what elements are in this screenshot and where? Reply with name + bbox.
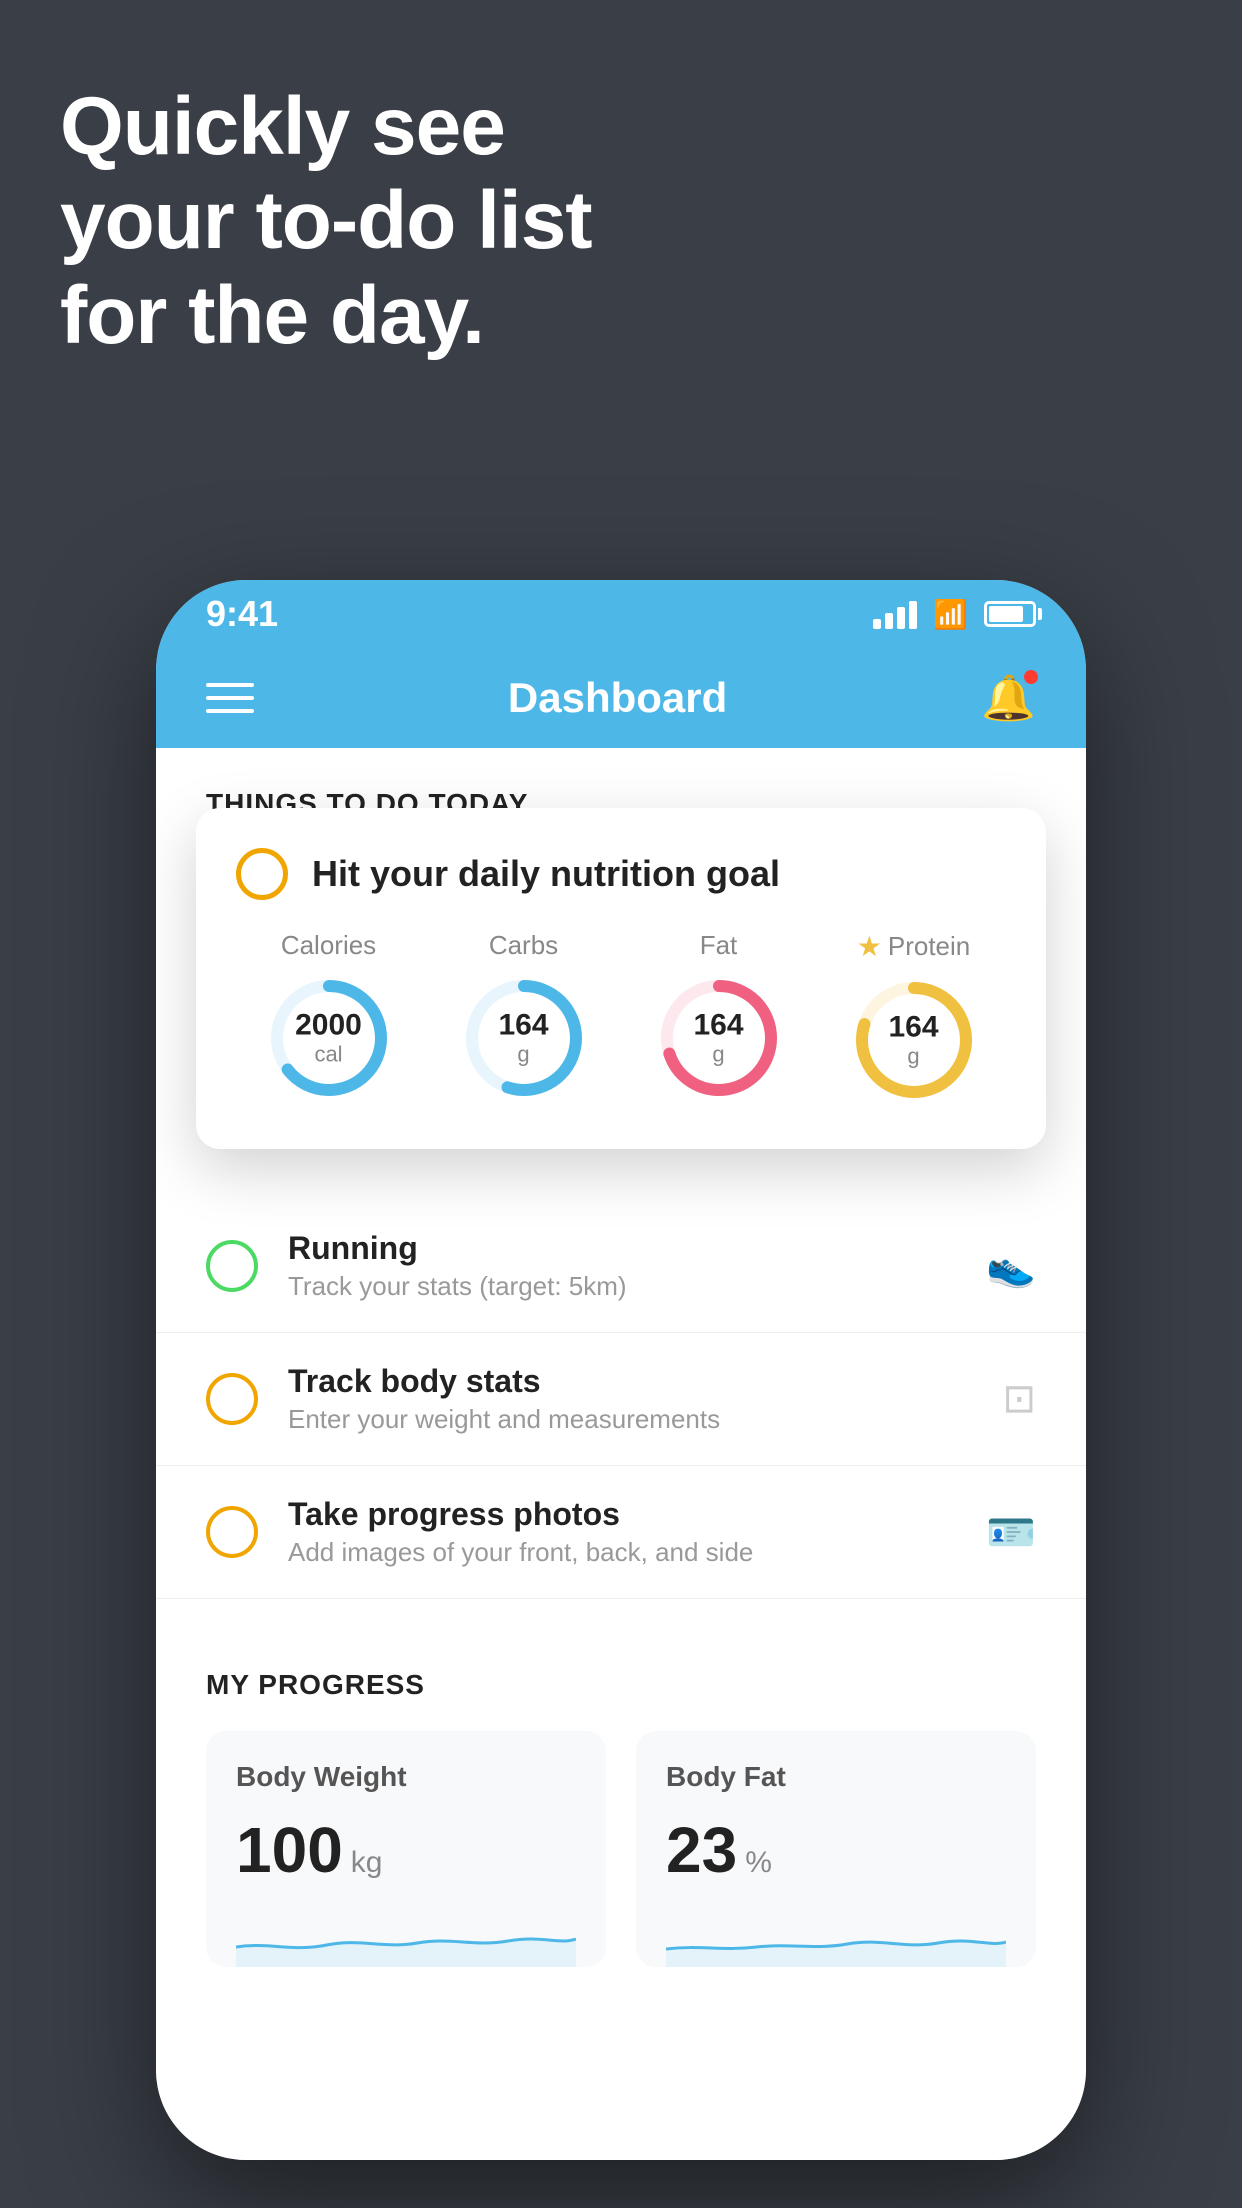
star-icon: ★	[857, 930, 882, 963]
content-area: THINGS TO DO TODAY Hit your daily nutrit…	[156, 748, 1086, 2160]
headline: Quickly see your to-do list for the day.	[60, 80, 592, 363]
menu-button[interactable]	[206, 683, 254, 713]
nutrition-row: Calories 2000 cal Carbs	[236, 930, 1006, 1105]
nutrition-calories: Calories 2000 cal	[264, 930, 394, 1103]
carbs-label: Carbs	[489, 930, 558, 961]
nutrition-check-circle[interactable]	[236, 848, 288, 900]
notification-button[interactable]: 🔔	[981, 672, 1036, 724]
carbs-donut: 164 g	[459, 973, 589, 1103]
todo-item-body-stats[interactable]: Track body stats Enter your weight and m…	[156, 1333, 1086, 1466]
todo-title-photos: Take progress photos	[288, 1496, 956, 1533]
protein-value: 164	[888, 1011, 938, 1044]
todo-title-running: Running	[288, 1230, 956, 1267]
header-title: Dashboard	[508, 674, 727, 722]
battery-icon	[984, 601, 1036, 627]
fat-label: Fat	[700, 930, 738, 961]
todo-circle-photos	[206, 1506, 258, 1558]
calories-value: 2000	[295, 1009, 362, 1042]
weight-value: 100	[236, 1813, 343, 1887]
todo-item-running[interactable]: Running Track your stats (target: 5km) 👟	[156, 1200, 1086, 1333]
weight-card-title: Body Weight	[236, 1761, 576, 1793]
todo-circle-body-stats	[206, 1373, 258, 1425]
bodyfat-card-title: Body Fat	[666, 1761, 1006, 1793]
carbs-value: 164	[498, 1009, 548, 1042]
progress-section: MY PROGRESS Body Weight 100 kg	[156, 1629, 1086, 1967]
phone-shell: 9:41 📶 Dashboard 🔔 TH	[156, 580, 1086, 2160]
status-bar: 9:41 📶	[156, 580, 1086, 648]
todo-list: Running Track your stats (target: 5km) 👟…	[156, 1200, 1086, 1599]
carbs-unit: g	[498, 1042, 548, 1068]
todo-title-body-stats: Track body stats	[288, 1363, 972, 1400]
calories-donut: 2000 cal	[264, 973, 394, 1103]
protein-unit: g	[888, 1044, 938, 1070]
todo-circle-running	[206, 1240, 258, 1292]
fat-unit: g	[693, 1042, 743, 1068]
todo-subtitle-body-stats: Enter your weight and measurements	[288, 1404, 972, 1435]
nutrition-protein: ★ Protein 164 g	[849, 930, 979, 1105]
nutrition-card: Hit your daily nutrition goal Calories 2…	[196, 808, 1046, 1149]
signal-icon	[873, 599, 917, 629]
progress-title: MY PROGRESS	[206, 1669, 1036, 1701]
protein-label: ★ Protein	[857, 930, 971, 963]
protein-donut: 164 g	[849, 975, 979, 1105]
app-header: Dashboard 🔔	[156, 648, 1086, 748]
notification-badge	[1022, 668, 1040, 686]
bodyfat-value: 23	[666, 1813, 737, 1887]
todo-item-photos[interactable]: Take progress photos Add images of your …	[156, 1466, 1086, 1599]
bodyfat-unit: %	[745, 1846, 772, 1880]
weight-unit: kg	[351, 1846, 383, 1880]
nutrition-carbs: Carbs 164 g	[459, 930, 589, 1103]
progress-card-bodyfat[interactable]: Body Fat 23 %	[636, 1731, 1036, 1967]
progress-card-weight[interactable]: Body Weight 100 kg	[206, 1731, 606, 1967]
wifi-icon: 📶	[933, 598, 968, 631]
progress-cards: Body Weight 100 kg Body Fat	[206, 1731, 1036, 1967]
scale-icon: ⊡	[1002, 1376, 1036, 1422]
nutrition-card-title: Hit your daily nutrition goal	[312, 853, 780, 895]
status-icons: 📶	[873, 598, 1036, 631]
todo-subtitle-running: Track your stats (target: 5km)	[288, 1271, 956, 1302]
bodyfat-chart	[666, 1907, 1006, 1967]
fat-donut: 164 g	[654, 973, 784, 1103]
fat-value: 164	[693, 1009, 743, 1042]
running-icon: 👟	[986, 1243, 1036, 1290]
nutrition-fat: Fat 164 g	[654, 930, 784, 1103]
photo-icon: 🪪	[986, 1509, 1036, 1556]
todo-subtitle-photos: Add images of your front, back, and side	[288, 1537, 956, 1568]
calories-unit: cal	[295, 1042, 362, 1068]
weight-chart	[236, 1907, 576, 1967]
calories-label: Calories	[281, 930, 376, 961]
status-time: 9:41	[206, 593, 278, 635]
